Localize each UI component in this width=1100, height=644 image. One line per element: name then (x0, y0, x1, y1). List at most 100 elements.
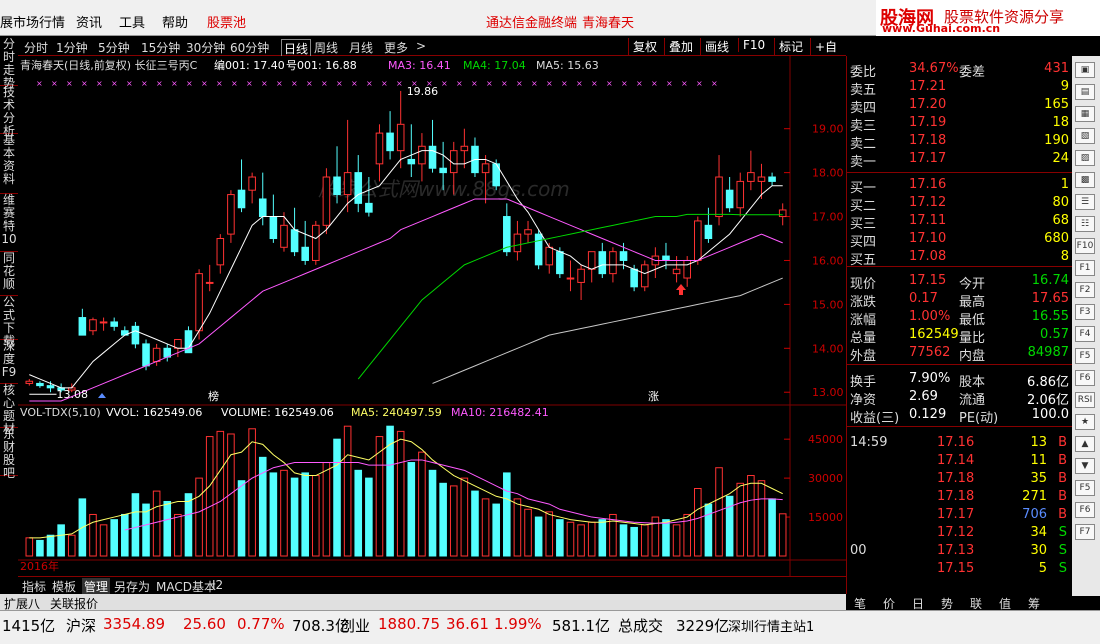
tool-button-2[interactable]: 画线 (700, 38, 729, 55)
toolbar-icon-1[interactable]: ▤ (1075, 84, 1095, 100)
period-9[interactable]: 更多 (384, 39, 408, 56)
tick-row: 17.18 35 B (847, 470, 1073, 488)
volume-bar (46, 534, 55, 557)
period-2[interactable]: 5分钟 (98, 39, 130, 56)
period-3[interactable]: 15分钟 (141, 39, 180, 56)
volume-bar (131, 493, 140, 557)
toolbar-icon-5[interactable]: ▩ (1075, 172, 1095, 188)
signal-marker: × (696, 79, 703, 88)
status-server[interactable]: 深圳行情主站1 (728, 616, 814, 635)
indicator-tab-3[interactable]: 另存为 (114, 578, 150, 595)
candle-body (704, 224, 713, 240)
quote-row: 买四 17.10 680 (847, 230, 1073, 250)
tool-button-4[interactable]: 标记 (774, 38, 803, 55)
volume-bar (587, 521, 596, 557)
sidebar-tab-4[interactable]: 同花顺 (0, 252, 18, 296)
period-7[interactable]: 周线 (314, 39, 338, 56)
tool-button-1[interactable]: 叠加 (664, 38, 693, 55)
tick-price: 17.16 (937, 435, 975, 450)
indicator-tab-5[interactable]: I2 (212, 578, 223, 592)
quote-value: 34.67% (909, 61, 959, 76)
toolbar-icon-20[interactable]: F6 (1075, 502, 1095, 518)
sidebar-tab-7[interactable]: 核心题材 (0, 384, 18, 436)
sidebar-tab-0[interactable]: 分时走势 (0, 38, 18, 90)
period-1[interactable]: 1分钟 (56, 39, 88, 56)
candle-body (640, 264, 649, 288)
sidebar-tab-1[interactable]: 技术分析 (0, 86, 18, 138)
quote-row: 卖四 17.20 165 (847, 96, 1073, 116)
period-0[interactable]: 分时 (24, 39, 48, 56)
volume-bar (407, 462, 416, 557)
indicator-tab-1[interactable]: 模板 (52, 578, 76, 595)
quote-value: 162549 (909, 327, 959, 342)
toolbar-icon-16[interactable]: ★ (1075, 414, 1095, 430)
tool-button-3[interactable]: F10 (738, 38, 765, 52)
kline-chart[interactable]: 19.00 18.00 17.00 16.00 15.00 14.00 13.00 45000… (18, 56, 846, 576)
candle-body (269, 216, 278, 240)
candle-body (195, 273, 203, 332)
quote-row: 买一 17.16 1 (847, 176, 1073, 196)
signal-marker: × (366, 79, 373, 88)
menu-stock-pool[interactable]: 股票池 (207, 12, 246, 31)
toolbar-icon-13[interactable]: F5 (1075, 348, 1095, 364)
vol-tick-label: 15000 (808, 511, 843, 524)
sidebar-tab-3[interactable]: 维赛特10 (0, 194, 18, 252)
toolbar-icon-9[interactable]: F1 (1075, 260, 1095, 276)
candle-body (736, 180, 745, 209)
candle-body (747, 172, 755, 182)
indicator-tab-2[interactable]: 管理 (82, 578, 111, 595)
toolbar-icon-11[interactable]: F3 (1075, 304, 1095, 320)
tool-button-0[interactable]: 复权 (628, 38, 657, 55)
tick-price: 17.17 (937, 507, 975, 522)
candle-body (365, 202, 373, 213)
quote-separator (847, 172, 1073, 173)
period-more-arrow[interactable]: > (416, 39, 426, 53)
volume-bar (598, 519, 607, 557)
status-total-amount: 3229亿 (676, 617, 730, 635)
candle-body (343, 172, 352, 196)
sidebar-tab-6[interactable]: 深度F9 (0, 340, 18, 384)
sidebar-tab-2[interactable]: 基本资料 (0, 134, 18, 194)
candle-body (694, 220, 702, 261)
toolbar-icon-3[interactable]: ▧ (1075, 128, 1095, 144)
toolbar-icon-0[interactable]: ▣ (1075, 62, 1095, 78)
toolbar-icon-2[interactable]: ▦ (1075, 106, 1095, 122)
toolbar-icon-17[interactable]: ▲ (1075, 436, 1095, 452)
volume-bar (333, 438, 341, 557)
tick-price: 17.12 (937, 525, 975, 540)
toolbar-icon-4[interactable]: ▨ (1075, 150, 1095, 166)
candle-body (258, 198, 267, 218)
candle-body (587, 251, 596, 270)
volume-bar (471, 490, 479, 557)
menu-tools[interactable]: 工具 (119, 12, 145, 31)
period-4[interactable]: 30分钟 (186, 39, 225, 56)
indicator-tab-0[interactable]: 指标 (22, 578, 46, 595)
sidebar-tab-8[interactable]: 东财股吧 (0, 428, 18, 480)
indicator-tab-4[interactable]: MACD基本 (156, 578, 216, 595)
sidebar-tab-5[interactable]: 公式下载 (0, 296, 18, 348)
vol-tick-label: 30000 (808, 472, 843, 485)
toolbar-icon-7[interactable]: ☷ (1075, 216, 1095, 232)
candle-body (216, 238, 225, 266)
volume-bar (36, 539, 44, 557)
toolbar-icon-14[interactable]: F6 (1075, 370, 1095, 386)
toolbar-icon-6[interactable]: ☰ (1075, 194, 1095, 210)
toolbar-icon-10[interactable]: F2 (1075, 282, 1095, 298)
volume-bar (354, 469, 363, 557)
toolbar-icon-21[interactable]: F7 (1075, 524, 1095, 540)
signal-marker: × (111, 79, 118, 88)
toolbar-icon-12[interactable]: F4 (1075, 326, 1095, 342)
toolbar-icon-18[interactable]: ▼ (1075, 458, 1095, 474)
period-8[interactable]: 月线 (349, 39, 373, 56)
volume-bar (375, 436, 384, 557)
menu-market[interactable]: 展市场行情 (0, 12, 65, 31)
signal-marker: × (156, 79, 163, 88)
period-5[interactable]: 60分钟 (230, 39, 269, 56)
toolbar-icon-15[interactable]: RSI (1075, 392, 1095, 408)
candle-body (481, 163, 490, 174)
menu-help[interactable]: 帮助 (162, 12, 188, 31)
toolbar-icon-19[interactable]: F5 (1075, 480, 1095, 496)
quote-value-2: 100.0 (1031, 407, 1069, 422)
menu-news[interactable]: 资讯 (76, 12, 102, 31)
toolbar-icon-8[interactable]: F10 (1075, 238, 1095, 254)
